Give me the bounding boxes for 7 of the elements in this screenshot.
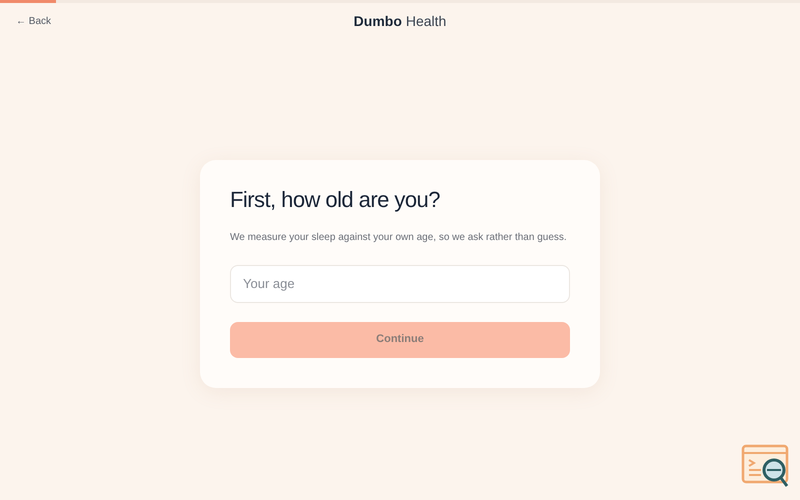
- back-link[interactable]: ← Back: [16, 14, 52, 29]
- logo-text: Health: [406, 12, 446, 31]
- logo-wordmark: Dumbo: [354, 12, 402, 31]
- browser-search-icon: [741, 444, 791, 490]
- age-field[interactable]: Your age: [230, 264, 570, 302]
- question-title: First, how old are you?: [230, 186, 441, 214]
- question-subtitle: We measure your sleep against your own age, so we ask rather than guess.: [230, 230, 568, 244]
